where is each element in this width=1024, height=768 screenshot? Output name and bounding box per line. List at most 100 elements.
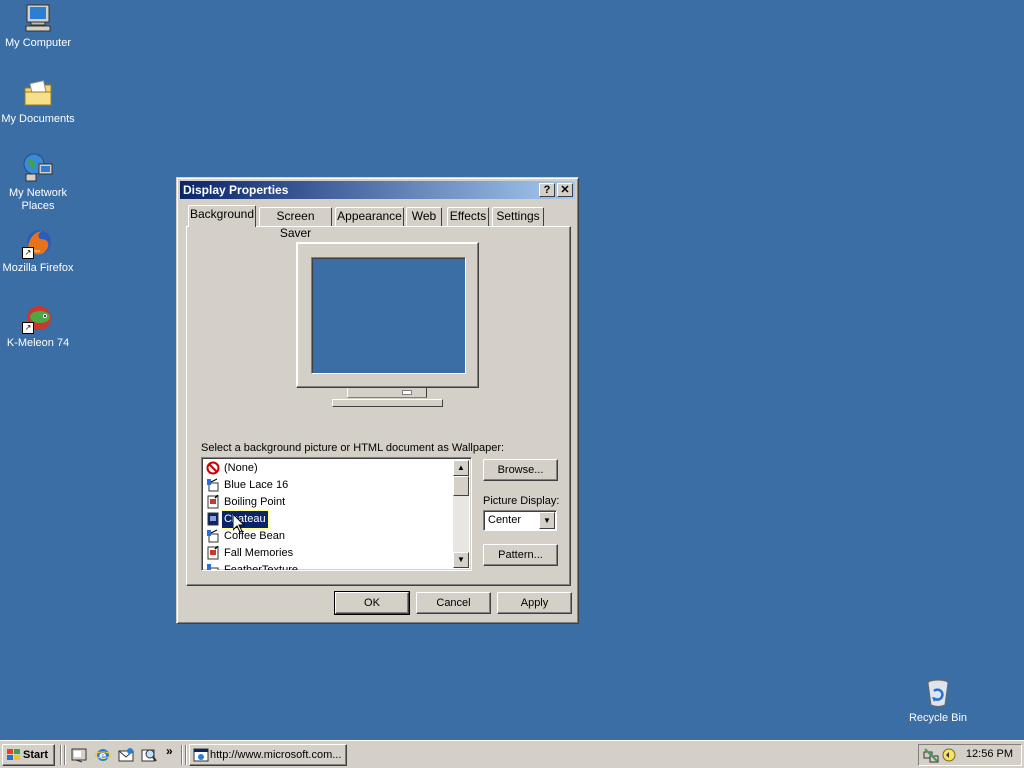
list-item[interactable]: Fall Memories: [204, 545, 454, 562]
html-document-icon: [206, 512, 220, 526]
close-button[interactable]: ✕: [557, 183, 573, 197]
list-item[interactable]: FeatherTexture: [204, 562, 454, 571]
window-title: Display Properties: [183, 183, 289, 197]
volume-icon[interactable]: [941, 747, 957, 766]
network-status-icon[interactable]: [923, 747, 939, 766]
list-item[interactable]: (None): [204, 460, 454, 477]
list-item-label: Coffee Bean: [224, 530, 285, 542]
windows-logo-icon: [6, 748, 21, 765]
svg-text:e: e: [99, 749, 106, 762]
desktop-icon-k-meleon[interactable]: ↗ K-Meleon 74: [0, 302, 76, 350]
monitor-stand-neck: [347, 388, 427, 398]
picture-display-label: Picture Display:: [483, 495, 560, 507]
pattern-button[interactable]: Pattern...: [483, 544, 558, 566]
list-item-label: Blue Lace 16: [224, 479, 289, 491]
paint-icon: [206, 529, 220, 543]
scroll-down-button[interactable]: ▼: [453, 552, 469, 568]
picture-display-select[interactable]: Center ▼: [483, 510, 557, 531]
list-item[interactable]: Blue Lace 16: [204, 477, 454, 494]
taskbar-task-internet-explorer[interactable]: http://www.microsoft.com...: [189, 744, 347, 766]
chevron-down-icon: ▼: [543, 516, 551, 525]
scroll-up-button[interactable]: ▲: [453, 460, 469, 476]
tab-appearance[interactable]: Appearance: [335, 207, 404, 226]
network-icon: [22, 152, 54, 184]
cancel-button-label: Cancel: [436, 597, 471, 609]
quick-launch-chevron-icon[interactable]: »: [166, 744, 173, 758]
ok-button-label: OK: [364, 597, 380, 609]
pattern-button-label: Pattern...: [498, 549, 543, 561]
tab-effects[interactable]: Effects: [447, 207, 489, 226]
kmeleon-icon: ↗: [22, 302, 54, 334]
tab-label: Appearance: [337, 209, 402, 223]
firefox-icon: ↗: [22, 227, 54, 259]
list-item-label: Boiling Point: [224, 496, 286, 508]
list-item-label: FeatherTexture: [224, 564, 298, 571]
mouse-pointer-icon: [232, 512, 246, 536]
wallpaper-list-scrollbar[interactable]: ▲ ▼: [453, 460, 469, 568]
title-bar[interactable]: Display Properties ? ✕: [180, 181, 575, 199]
dropdown-button[interactable]: ▼: [539, 512, 555, 529]
monitor-preview: [296, 242, 479, 388]
tab-label: Settings: [496, 209, 540, 223]
show-desktop-icon[interactable]: [71, 747, 87, 763]
outlook-express-icon[interactable]: [118, 747, 134, 763]
desktop-icon-label: My Documents: [1, 113, 75, 125]
start-button[interactable]: Start: [2, 744, 55, 766]
picture-display-value: Center: [488, 514, 522, 526]
search-icon[interactable]: [141, 747, 157, 763]
list-item-label: Fall Memories: [224, 547, 294, 559]
cancel-button[interactable]: Cancel: [416, 592, 491, 614]
start-label: Start: [23, 749, 49, 761]
tab-label: Web: [411, 209, 437, 223]
monitor-led: [402, 390, 412, 395]
none-icon: [206, 461, 220, 475]
tab-label: Background: [189, 207, 255, 221]
desktop-icon-recycle-bin[interactable]: Recycle Bin: [900, 677, 976, 725]
desktop-icon-label: My Network Places: [8, 187, 68, 212]
folder-documents-icon: [22, 78, 54, 110]
list-item-label: (None): [224, 462, 258, 474]
taskbar-separator: [60, 745, 62, 765]
task-label: http://www.microsoft.com...: [210, 749, 342, 761]
ok-button[interactable]: OK: [334, 591, 410, 615]
display-properties-window: Display Properties ? ✕ Background Screen…: [176, 177, 579, 624]
internet-explorer-icon[interactable]: e: [94, 747, 112, 763]
apply-button[interactable]: Apply: [497, 592, 572, 614]
desktop-icon-my-network-places[interactable]: My Network Places: [0, 152, 76, 213]
tab-background[interactable]: Background: [188, 205, 256, 227]
wallpaper-preview-screen: [311, 257, 466, 374]
tab-label: Effects: [449, 209, 487, 223]
desktop-icon-label: K-Meleon 74: [6, 337, 70, 349]
scroll-thumb[interactable]: [453, 476, 469, 496]
clock[interactable]: 12:56 PM: [966, 748, 1013, 760]
paint-icon: [206, 563, 220, 570]
taskbar: Start e » http://www.microsoft.com... 12…: [0, 740, 1024, 768]
shortcut-arrow-icon: ↗: [22, 322, 34, 334]
desktop-icon-label: Mozilla Firefox: [2, 262, 74, 274]
browse-button[interactable]: Browse...: [483, 459, 558, 481]
monitor-stand-base: [332, 399, 443, 407]
close-icon: ✕: [560, 184, 570, 196]
tab-settings[interactable]: Settings: [492, 207, 544, 226]
taskbar-separator: [181, 745, 183, 765]
list-item[interactable]: Boiling Point: [204, 494, 454, 511]
desktop-icon-my-computer[interactable]: My Computer: [0, 2, 76, 50]
desktop-icon-my-documents[interactable]: My Documents: [0, 78, 76, 126]
browser-window-icon: [193, 747, 209, 765]
tab-web[interactable]: Web: [406, 207, 442, 226]
system-tray: 12:56 PM: [918, 744, 1022, 766]
triangle-up-icon: ▲: [457, 463, 465, 472]
desktop-icon-label: Recycle Bin: [908, 712, 968, 724]
desktop-icon-label: My Computer: [4, 37, 72, 49]
paint-icon: [206, 478, 220, 492]
html-document-icon: [206, 545, 220, 560]
desktop-icon-mozilla-firefox[interactable]: ↗ Mozilla Firefox: [0, 227, 76, 275]
help-button[interactable]: ?: [539, 183, 555, 197]
tab-screen-saver[interactable]: Screen Saver: [259, 207, 332, 240]
apply-button-label: Apply: [520, 597, 549, 609]
computer-icon: [22, 2, 54, 34]
triangle-down-icon: ▼: [457, 555, 465, 564]
recycle-bin-icon: [922, 677, 954, 709]
html-document-icon: [206, 494, 220, 509]
browse-button-label: Browse...: [497, 464, 544, 476]
